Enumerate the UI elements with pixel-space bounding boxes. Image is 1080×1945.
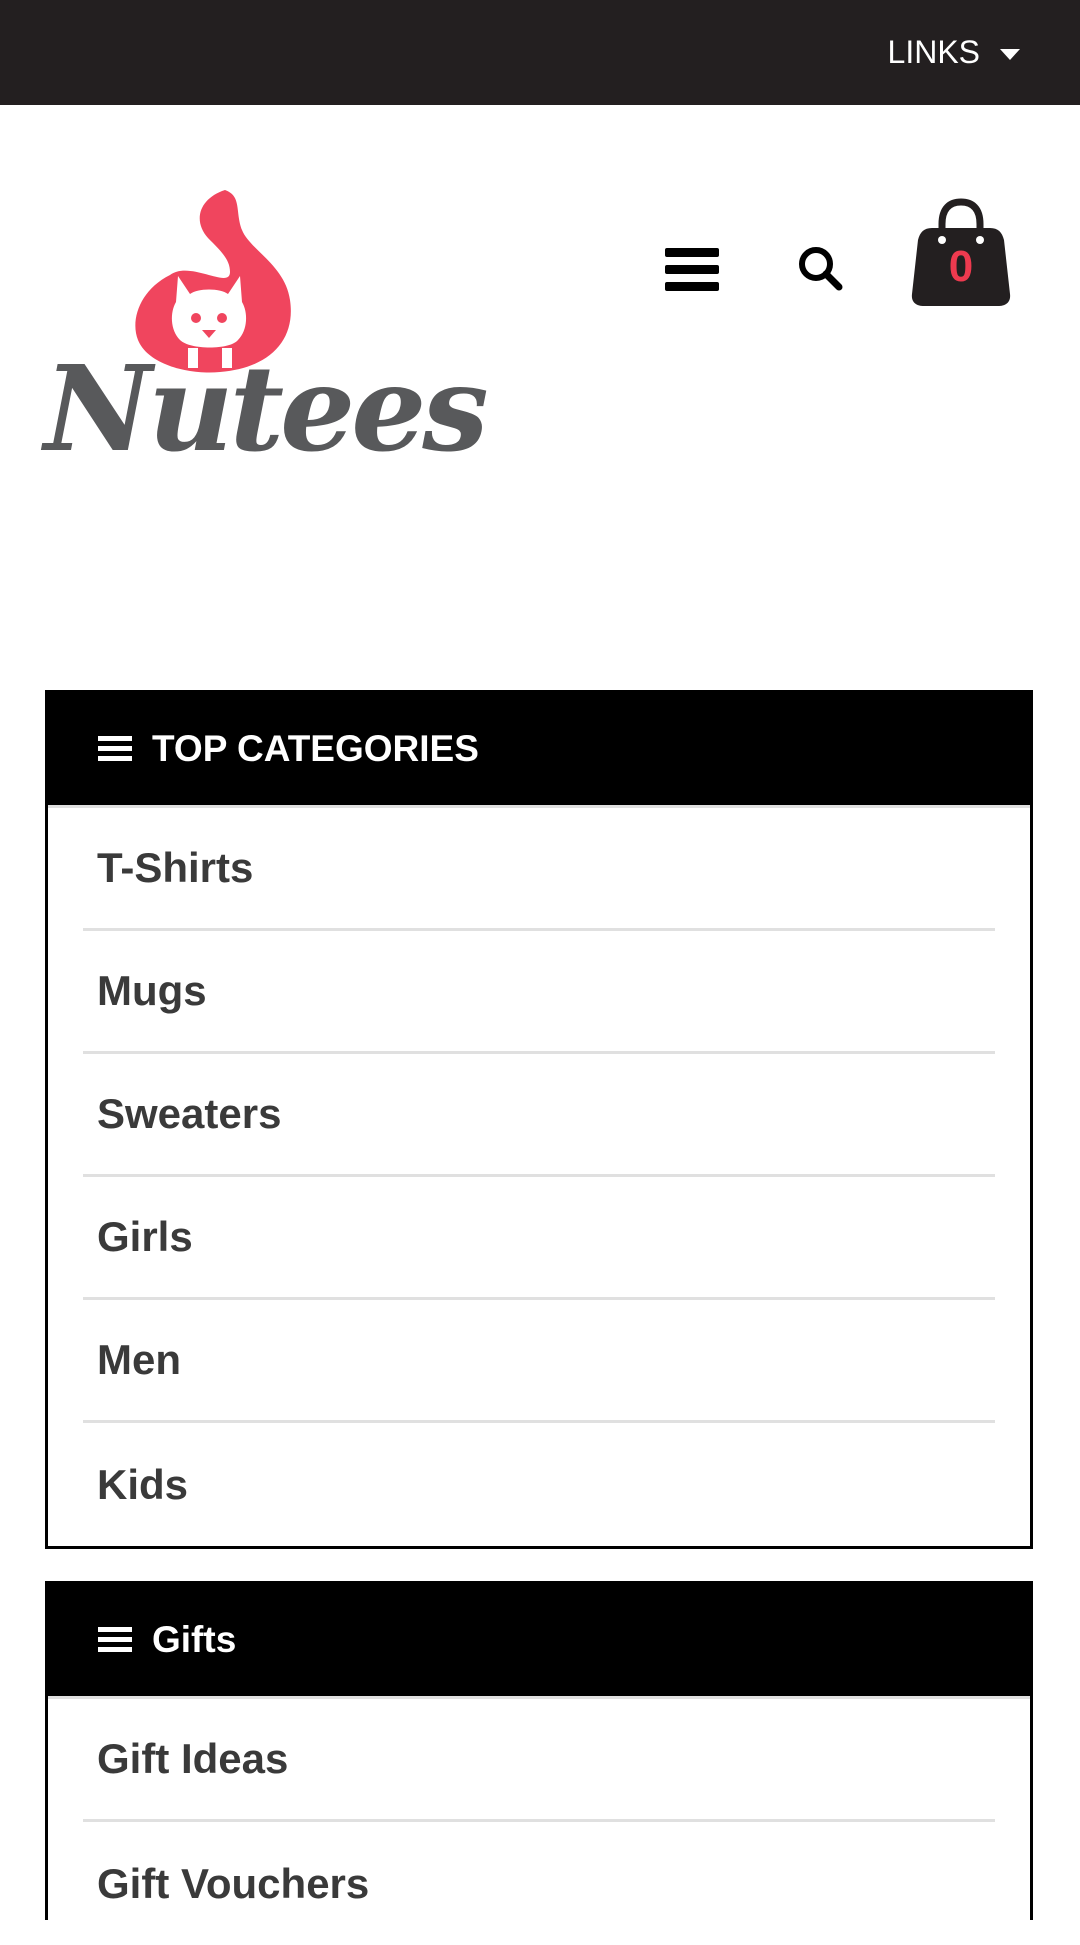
links-label: LINKS: [887, 33, 980, 70]
category-item-men[interactable]: Men: [83, 1300, 995, 1423]
cart-count-badge: 0: [948, 242, 974, 291]
gift-item-gift-ideas[interactable]: Gift Ideas: [83, 1699, 995, 1822]
top-categories-header[interactable]: TOP CATEGORIES: [48, 693, 1030, 808]
gift-label: Gift Ideas: [97, 1735, 289, 1782]
top-categories-title: TOP CATEGORIES: [152, 728, 479, 769]
top-bar: LINKS: [0, 0, 1080, 105]
gifts-header[interactable]: Gifts: [48, 1584, 1030, 1699]
gifts-panel: Gifts Gift Ideas Gift Vouchers: [45, 1581, 1033, 1920]
category-item-girls[interactable]: Girls: [83, 1177, 995, 1300]
caret-down-icon: [1000, 48, 1020, 60]
category-label: Sweaters: [97, 1090, 282, 1137]
category-label: Girls: [97, 1213, 193, 1260]
gift-item-gift-vouchers[interactable]: Gift Vouchers: [83, 1822, 995, 1945]
gift-label: Gift Vouchers: [97, 1859, 370, 1907]
category-label: Men: [97, 1336, 181, 1383]
category-item-t-shirts[interactable]: T-Shirts: [83, 808, 995, 931]
search-icon[interactable]: [797, 245, 843, 291]
category-item-sweaters[interactable]: Sweaters: [83, 1054, 995, 1177]
gifts-title: Gifts: [152, 1619, 237, 1660]
links-dropdown[interactable]: LINKS: [888, 28, 1020, 76]
site-logo[interactable]: Nutees: [44, 190, 489, 480]
category-item-kids[interactable]: Kids: [83, 1423, 995, 1546]
category-label: Mugs: [97, 967, 207, 1014]
shopping-bag-button[interactable]: 0: [910, 198, 1012, 308]
top-categories-panel: TOP CATEGORIES T-Shirts Mugs Sweaters Gi…: [45, 690, 1033, 1549]
list-icon: [98, 1627, 132, 1653]
category-item-mugs[interactable]: Mugs: [83, 931, 995, 1054]
hamburger-menu-icon[interactable]: [665, 248, 719, 292]
category-label: T-Shirts: [97, 844, 254, 891]
logo-wordmark: Nutees: [44, 339, 489, 478]
category-label: Kids: [97, 1460, 189, 1508]
list-icon: [98, 736, 132, 762]
